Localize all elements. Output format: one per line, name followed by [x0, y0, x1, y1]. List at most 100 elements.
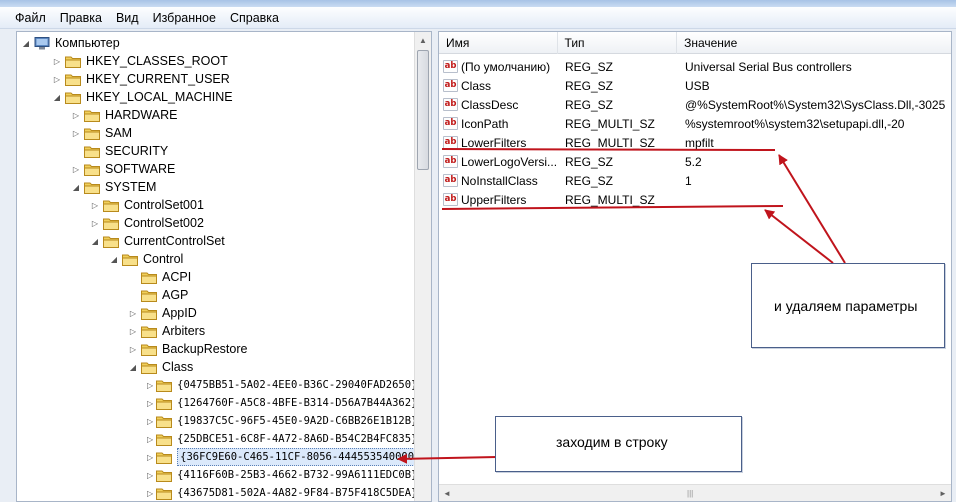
- value-type: REG_SZ: [565, 97, 614, 112]
- expand-triangle-icon[interactable]: ▷: [90, 200, 100, 210]
- expand-triangle-icon[interactable]: ▷: [128, 326, 138, 336]
- folder-icon: [156, 487, 173, 500]
- menu-help[interactable]: Справка: [223, 9, 286, 27]
- collapse-triangle-icon[interactable]: ◢: [21, 38, 31, 48]
- tree-node[interactable]: ▷ BackupRestore: [17, 340, 415, 358]
- tree-node[interactable]: ◢ Компьютер: [17, 34, 415, 52]
- tree-node-label: Arbiters: [162, 324, 206, 338]
- expand-triangle-icon[interactable]: ▷: [71, 128, 81, 138]
- tree-node[interactable]: ◢ HKEY_LOCAL_MACHINE: [17, 88, 415, 106]
- tree-node[interactable]: ▷ {25DBCE51-6C8F-4A72-8A6D-B54C2B4FC835}: [17, 430, 417, 448]
- tree-node[interactable]: ▷ {19837C5C-96F5-45E0-9A2D-C6BB26E1B12B}: [17, 412, 417, 430]
- folder-icon: [141, 289, 157, 302]
- tree-node-label: {0475BB51-5A02-4EE0-B36C-29040FAD2650}: [177, 379, 418, 391]
- menu-file[interactable]: Файл: [8, 9, 53, 27]
- expand-triangle-icon[interactable]: ▷: [147, 380, 153, 390]
- expand-triangle-icon[interactable]: ▷: [71, 110, 81, 120]
- scrollbar-thumb[interactable]: [417, 50, 429, 170]
- expand-triangle-icon: [71, 146, 81, 156]
- folder-icon: [84, 163, 100, 176]
- value-data: mpfilt: [685, 135, 714, 150]
- tree-node-label: SYSTEM: [105, 180, 157, 194]
- tree-node-label: {4116F60B-25B3-4662-B732-99A6111EDC0B}: [177, 469, 418, 481]
- expand-triangle-icon[interactable]: ▷: [147, 488, 153, 498]
- value-row[interactable]: ab UpperFilters REG_MULTI_SZ: [439, 190, 951, 209]
- value-name-cell: ab LowerFilters: [439, 136, 558, 150]
- tree-node[interactable]: SECURITY: [17, 142, 415, 160]
- expand-triangle-icon[interactable]: ▷: [128, 308, 138, 318]
- menu-favorites[interactable]: Избранное: [146, 9, 223, 27]
- expand-triangle-icon[interactable]: ▷: [147, 434, 153, 444]
- column-type-header[interactable]: Тип: [558, 32, 678, 54]
- expand-triangle-icon[interactable]: ▷: [128, 344, 138, 354]
- list-horizontal-scrollbar[interactable]: ◄ ||| ►: [439, 484, 951, 501]
- value-row[interactable]: ab LowerFilters REG_MULTI_SZ mpfilt: [439, 133, 951, 152]
- folder-icon: [103, 199, 119, 212]
- tree-node[interactable]: ▷ {36FC9E60-C465-11CF-8056-444553540000}: [17, 448, 424, 466]
- expand-triangle-icon[interactable]: ▷: [71, 164, 81, 174]
- value-row[interactable]: ab (По умолчанию) REG_SZ Universal Serial B…: [439, 57, 951, 76]
- collapse-triangle-icon[interactable]: ◢: [52, 92, 62, 102]
- folder-icon: [156, 433, 173, 446]
- tree-node[interactable]: ▷ Arbiters: [17, 322, 415, 340]
- tree-node-label: BackupRestore: [162, 342, 248, 356]
- value-name: (По умолчанию): [461, 59, 551, 74]
- value-row[interactable]: ab NoInstallClass REG_SZ 1: [439, 171, 951, 190]
- tree-node[interactable]: ACPI: [17, 268, 415, 286]
- tree-node[interactable]: ▷ ControlSet002: [17, 214, 415, 232]
- expand-triangle-icon[interactable]: ▷: [90, 218, 100, 228]
- scroll-up-icon[interactable]: ▲: [415, 32, 431, 48]
- tree-node[interactable]: ◢ Control: [17, 250, 415, 268]
- tree-node-label: AppID: [162, 306, 197, 320]
- folder-icon: [84, 127, 100, 140]
- collapse-triangle-icon[interactable]: ◢: [109, 254, 119, 264]
- callout-enter-text: заходим в строку: [556, 434, 668, 450]
- value-name-cell: ab LowerLogoVersi...: [439, 155, 558, 169]
- string-value-icon: ab: [443, 174, 458, 187]
- expand-triangle-icon[interactable]: ▷: [147, 398, 153, 408]
- value-row[interactable]: ab LowerLogoVersi... REG_SZ 5.2: [439, 152, 951, 171]
- tree-node[interactable]: ▷ HKEY_CLASSES_ROOT: [17, 52, 415, 70]
- expand-triangle-icon[interactable]: ▷: [147, 416, 153, 426]
- tree-node[interactable]: ▷ SAM: [17, 124, 415, 142]
- scroll-right-icon[interactable]: ►: [935, 485, 951, 501]
- tree-node[interactable]: ▷ HARDWARE: [17, 106, 415, 124]
- collapse-triangle-icon[interactable]: ◢: [71, 182, 81, 192]
- value-row[interactable]: ab Class REG_SZ USB: [439, 76, 951, 95]
- tree-node[interactable]: ▷ HKEY_CURRENT_USER: [17, 70, 415, 88]
- expand-triangle-icon[interactable]: ▷: [52, 56, 62, 66]
- folder-icon: [141, 271, 157, 284]
- tree-node[interactable]: ▷ {0475BB51-5A02-4EE0-B36C-29040FAD2650}: [17, 376, 418, 394]
- scroll-left-icon[interactable]: ◄: [439, 485, 455, 501]
- tree-node[interactable]: ▷ SOFTWARE: [17, 160, 415, 178]
- expand-triangle-icon[interactable]: ▷: [147, 470, 153, 480]
- tree-node[interactable]: ◢ CurrentControlSet: [17, 232, 415, 250]
- tree-node[interactable]: ▷ ControlSet001: [17, 196, 415, 214]
- tree-node[interactable]: ▷ AppID: [17, 304, 415, 322]
- tree-node[interactable]: ◢ SYSTEM: [17, 178, 415, 196]
- tree-node-label: Control: [143, 252, 184, 266]
- tree-node[interactable]: ▷ {43675D81-502A-4A82-9F84-B75F418C5DEA}: [17, 484, 417, 501]
- value-name: Class: [461, 78, 492, 93]
- collapse-triangle-icon[interactable]: ◢: [128, 362, 138, 372]
- value-row[interactable]: ab ClassDesc REG_SZ @%SystemRoot%\System32\…: [439, 95, 951, 114]
- folder-icon: [84, 109, 100, 122]
- folder-icon: [156, 415, 173, 428]
- menu-view[interactable]: Вид: [109, 9, 146, 27]
- column-value-header[interactable]: Значение: [677, 32, 951, 54]
- menu-edit[interactable]: Правка: [53, 9, 109, 27]
- tree-node[interactable]: ▷ {1264760F-A5C8-4BFE-B314-D56A7B44A362}: [17, 394, 417, 412]
- column-name-header[interactable]: Имя: [439, 32, 558, 54]
- menu-bar: Файл Правка Вид Избранное Справка: [0, 7, 956, 29]
- folder-icon: [65, 55, 81, 68]
- tree-node[interactable]: ◢ Class: [17, 358, 415, 376]
- expand-triangle-icon[interactable]: ▷: [52, 74, 62, 84]
- value-data: @%SystemRoot%\System32\SysClass.Dll,-302…: [685, 97, 946, 112]
- tree-node[interactable]: ▷ {4116F60B-25B3-4662-B732-99A6111EDC0B}: [17, 466, 418, 484]
- expand-triangle-icon[interactable]: ▷: [147, 452, 153, 462]
- registry-tree: ◢ Компьютер ▷ HKEY_CLASSES_ROOT ▷ HKEY_CURREN…: [16, 31, 432, 502]
- tree-vertical-scrollbar[interactable]: ▲: [414, 32, 431, 501]
- collapse-triangle-icon[interactable]: ◢: [90, 236, 100, 246]
- tree-node[interactable]: AGP: [17, 286, 415, 304]
- value-row[interactable]: ab IconPath REG_MULTI_SZ %systemroot%\syste…: [439, 114, 951, 133]
